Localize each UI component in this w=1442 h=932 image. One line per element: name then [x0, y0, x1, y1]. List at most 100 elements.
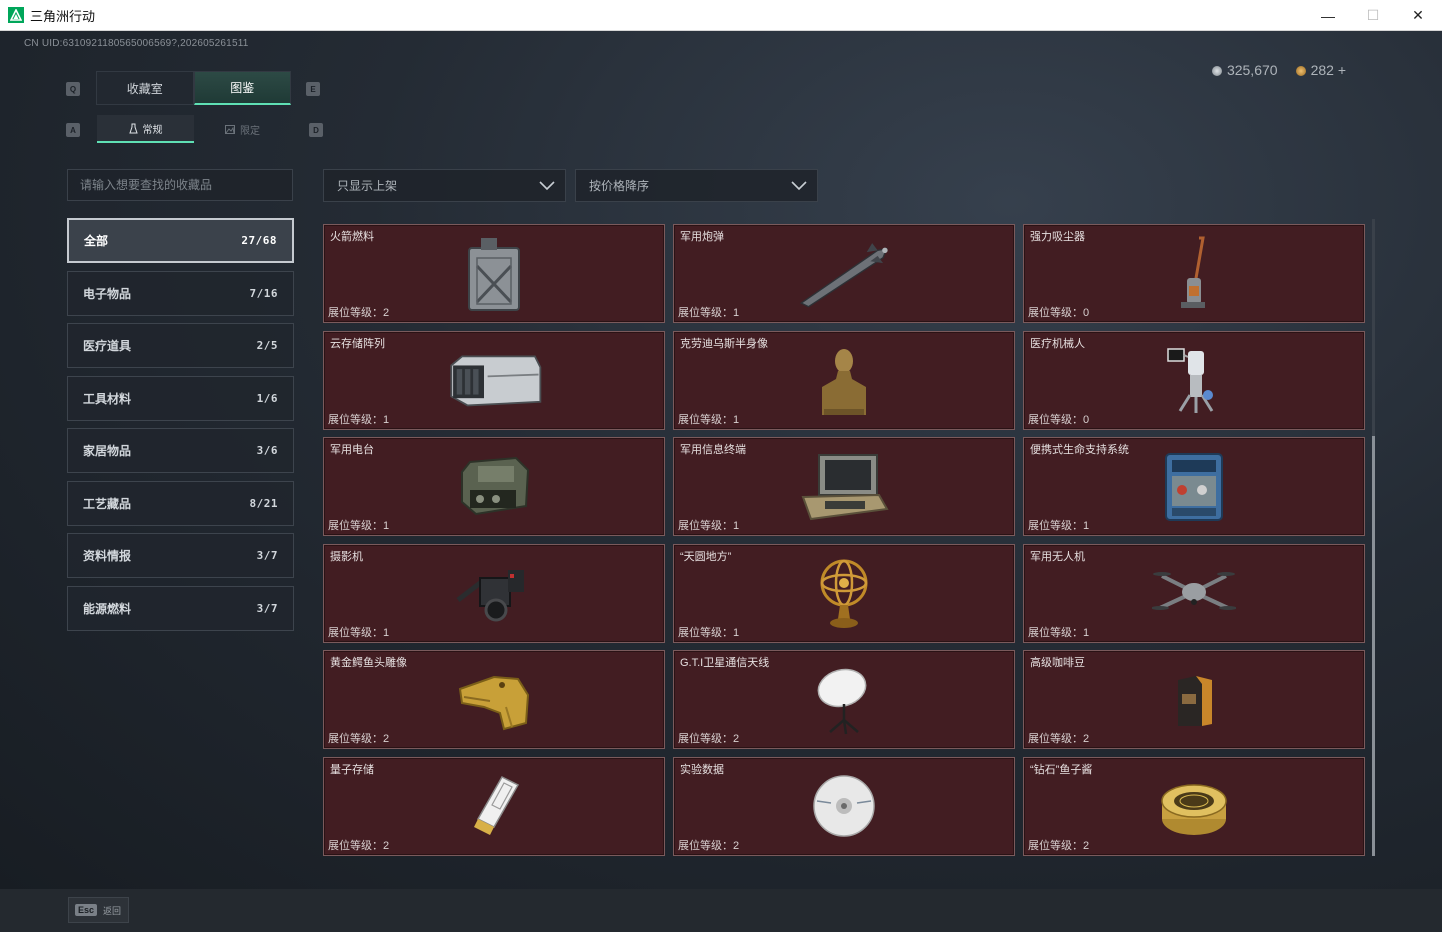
- item-level: 展位等级：2: [1028, 733, 1090, 746]
- category-count: 3/6: [256, 444, 278, 457]
- item-card[interactable]: 克劳迪乌斯半身像 展位等级：1: [673, 330, 1015, 430]
- item-card[interactable]: 高级咖啡豆 展位等级：2: [1023, 650, 1365, 750]
- jerrycan-icon: [444, 234, 544, 314]
- sort-dropdown[interactable]: 按价格降序: [575, 169, 818, 202]
- subtab-regular[interactable]: 常规: [97, 115, 194, 143]
- item-card[interactable]: “钻石”鱼子酱 展位等级：2: [1023, 756, 1365, 856]
- category-count: 3/7: [256, 601, 278, 615]
- terminal-icon: [794, 447, 894, 527]
- item-name: 强力吸尘器: [1030, 231, 1085, 243]
- category-count: 2/5: [256, 339, 278, 352]
- item-card[interactable]: 军用信息终端 展位等级：1: [673, 437, 1015, 537]
- category-list: 全部 27/68 电子物品 7/16 医疗道具 2/5 工具材料 1/6 家居物品 3/6…: [67, 218, 294, 638]
- window-title: 三角洲行动: [30, 8, 96, 24]
- bust-icon: [794, 340, 894, 420]
- token-icon: [1295, 66, 1306, 76]
- top-tabs: 收藏室 图鉴: [96, 71, 291, 105]
- item-card[interactable]: 黄金鳄鱼头雕像 展位等级：2: [323, 650, 665, 750]
- hotkey-q: Q: [66, 82, 80, 96]
- window-titlebar: 三角洲行动 — ☐ ✕: [0, 0, 1442, 31]
- item-card[interactable]: 强力吸尘器 展位等级：0: [1023, 224, 1365, 323]
- item-card[interactable]: 火箭燃料 展位等级：2: [323, 224, 665, 323]
- item-level: 展位等级：2: [678, 839, 740, 852]
- server-icon: [444, 340, 544, 420]
- item-name: 摄影机: [330, 550, 363, 563]
- show-filter-dropdown[interactable]: 只显示上架: [323, 169, 566, 202]
- item-name: 军用电台: [330, 444, 374, 457]
- esc-key-hint: Esc: [75, 904, 98, 916]
- vacuum-icon: [1144, 234, 1244, 314]
- add-token-icon[interactable]: +: [1338, 62, 1346, 78]
- item-card[interactable]: 实验数据 展位等级：2: [673, 756, 1015, 856]
- close-icon: ✕: [1412, 7, 1424, 23]
- item-grid: 火箭燃料 展位等级：2 军用炮弹 展位等级：1 强力吸尘器 展位等级：0 云存储…: [323, 224, 1365, 856]
- item-name: 军用信息终端: [680, 444, 746, 457]
- uid-text: CN UID:6310921180565006569?,202605261511: [24, 38, 249, 49]
- item-level: 展位等级：2: [328, 839, 390, 852]
- back-label: 返回: [103, 905, 122, 916]
- item-level: 展位等级：1: [678, 307, 740, 319]
- category-fuel[interactable]: 能源燃料 3/7: [67, 585, 294, 631]
- item-level: 展位等级：1: [678, 413, 740, 426]
- item-name: 火箭燃料: [330, 231, 374, 243]
- app-logo-icon: [8, 7, 24, 23]
- maximize-button[interactable]: ☐: [1350, 0, 1396, 31]
- currency-bar: 325,670 282 +: [1211, 62, 1346, 78]
- item-card[interactable]: 军用无人机 展位等级：1: [1023, 543, 1365, 643]
- item-name: G.T.I卫星通信天线: [680, 657, 770, 670]
- missile-icon: [794, 234, 894, 314]
- item-card[interactable]: 军用电台 展位等级：1: [323, 437, 665, 537]
- item-level: 展位等级：1: [678, 626, 740, 639]
- category-intel[interactable]: 资料情报 3/7: [67, 533, 294, 578]
- item-card[interactable]: G.T.I卫星通信天线 展位等级：2: [673, 650, 1015, 750]
- radio-icon: [444, 447, 544, 527]
- tab-codex[interactable]: 图鉴: [193, 71, 291, 105]
- category-count: 8/21: [249, 496, 278, 510]
- item-name: 医疗机械人: [1030, 337, 1085, 350]
- item-level: 展位等级：0: [1028, 307, 1090, 319]
- close-button[interactable]: ✕: [1395, 0, 1441, 31]
- bottom-bar: Esc 返回: [0, 889, 1442, 932]
- coin-icon: [1211, 66, 1222, 76]
- item-level: 展位等级：1: [1028, 520, 1090, 533]
- token-balance[interactable]: 282 +: [1295, 62, 1346, 78]
- item-level: 展位等级：1: [678, 520, 740, 533]
- image-frame-icon: [225, 124, 235, 134]
- item-level: 展位等级：2: [328, 307, 390, 319]
- disc-icon: [794, 766, 894, 846]
- category-electronics[interactable]: 电子物品 7/16: [67, 270, 294, 316]
- item-level: 展位等级：1: [328, 413, 390, 426]
- back-button[interactable]: Esc 返回: [68, 897, 129, 923]
- item-name: 云存储阵列: [330, 337, 385, 350]
- sort-value: 按价格降序: [589, 179, 650, 193]
- category-crafts[interactable]: 工艺藏品 8/21: [67, 480, 294, 526]
- camera-icon: [444, 553, 544, 633]
- chevron-down-icon: [539, 181, 555, 191]
- search-input[interactable]: [67, 169, 293, 201]
- minimize-button[interactable]: —: [1305, 0, 1351, 31]
- category-tools[interactable]: 工具材料 1/6: [67, 375, 294, 421]
- item-name: “钻石”鱼子酱: [1030, 763, 1093, 776]
- flask-icon: [128, 123, 138, 133]
- subtab-limited[interactable]: 限定: [194, 115, 291, 143]
- tab-collection-room[interactable]: 收藏室: [96, 71, 194, 105]
- item-card[interactable]: 便携式生命支持系统 展位等级：1: [1023, 437, 1365, 537]
- item-card[interactable]: 量子存储 展位等级：2: [323, 756, 665, 856]
- item-card[interactable]: 云存储阵列 展位等级：1: [323, 330, 665, 430]
- item-name: 实验数据: [680, 763, 724, 776]
- item-card[interactable]: 医疗机械人 展位等级：0: [1023, 330, 1365, 430]
- category-household[interactable]: 家居物品 3/6: [67, 428, 294, 473]
- category-all[interactable]: 全部 27/68: [67, 218, 294, 263]
- item-level: 展位等级：1: [328, 520, 390, 533]
- item-card[interactable]: “天圆地方” 展位等级：1: [673, 543, 1015, 643]
- sub-tabs: 常规 限定: [97, 115, 291, 143]
- item-level: 展位等级：0: [1028, 413, 1090, 426]
- item-name: 军用炮弹: [680, 231, 724, 243]
- item-card[interactable]: 摄影机 展位等级：1: [323, 543, 665, 643]
- category-medical[interactable]: 医疗道具 2/5: [67, 323, 294, 368]
- minimize-icon: —: [1321, 7, 1335, 24]
- hotkey-d: D: [309, 123, 323, 137]
- grid-scrollbar-thumb[interactable]: [1372, 436, 1375, 856]
- item-card[interactable]: 军用炮弹 展位等级：1: [673, 224, 1015, 323]
- category-count: 3/7: [256, 549, 278, 562]
